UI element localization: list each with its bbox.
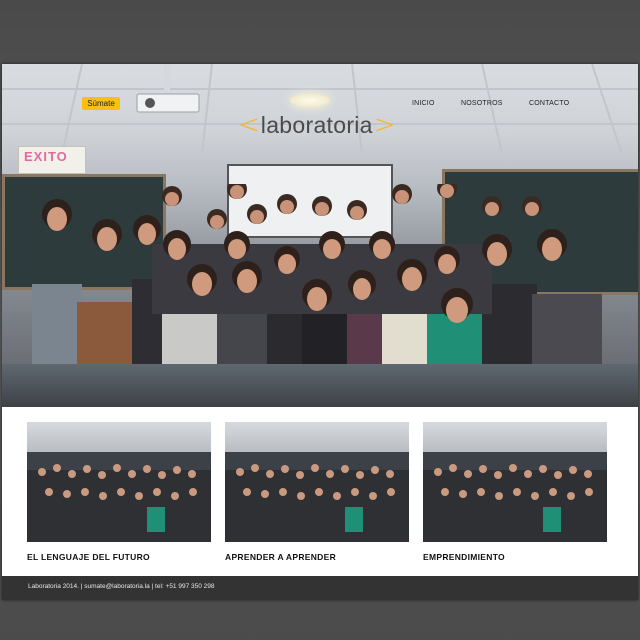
nav-nosotros[interactable]: NOSOTROS (461, 100, 503, 107)
group-photo-thumbnail (225, 452, 409, 542)
card-thumbnail[interactable] (423, 422, 607, 542)
card-title[interactable]: EMPRENDIMIENTO (423, 552, 607, 562)
nav-inicio[interactable]: INICIO (412, 100, 435, 107)
logo[interactable]: < laboratoria > (238, 111, 396, 139)
nav-contacto[interactable]: CONTACTO (529, 100, 569, 107)
feature-card[interactable]: APRENDER A APRENDER (225, 422, 409, 562)
site-frame: EXITO Súmate < laboratoria > INICIO NOSO… (2, 64, 638, 600)
feature-card[interactable]: EMPRENDIMIENTO (423, 422, 607, 562)
logo-text: laboratoria (260, 112, 373, 138)
sumate-button[interactable]: Súmate (82, 97, 120, 110)
feature-card[interactable]: EL LENGUAJE DEL FUTURO (27, 422, 211, 562)
logo-bracket-right: > (373, 110, 396, 140)
poster-text: EXITO (24, 149, 68, 164)
ceiling-light-icon (290, 94, 330, 107)
footer: Laboratoria 2014. | sumate@laboratoria.l… (2, 576, 638, 600)
card-thumbnail[interactable] (225, 422, 409, 542)
hero-photo: EXITO Súmate < laboratoria > INICIO NOSO… (2, 64, 638, 407)
group-photo-thumbnail (423, 452, 607, 542)
card-thumbnail[interactable] (27, 422, 211, 542)
card-title[interactable]: EL LENGUAJE DEL FUTURO (27, 552, 211, 562)
projector-icon (136, 64, 200, 113)
floor (2, 364, 638, 407)
footer-contact-text[interactable]: Laboratoria 2014. | sumate@laboratoria.l… (28, 583, 215, 590)
logo-bracket-left: < (238, 110, 260, 140)
group-photo-thumbnail (27, 452, 211, 542)
card-title[interactable]: APRENDER A APRENDER (225, 552, 409, 562)
